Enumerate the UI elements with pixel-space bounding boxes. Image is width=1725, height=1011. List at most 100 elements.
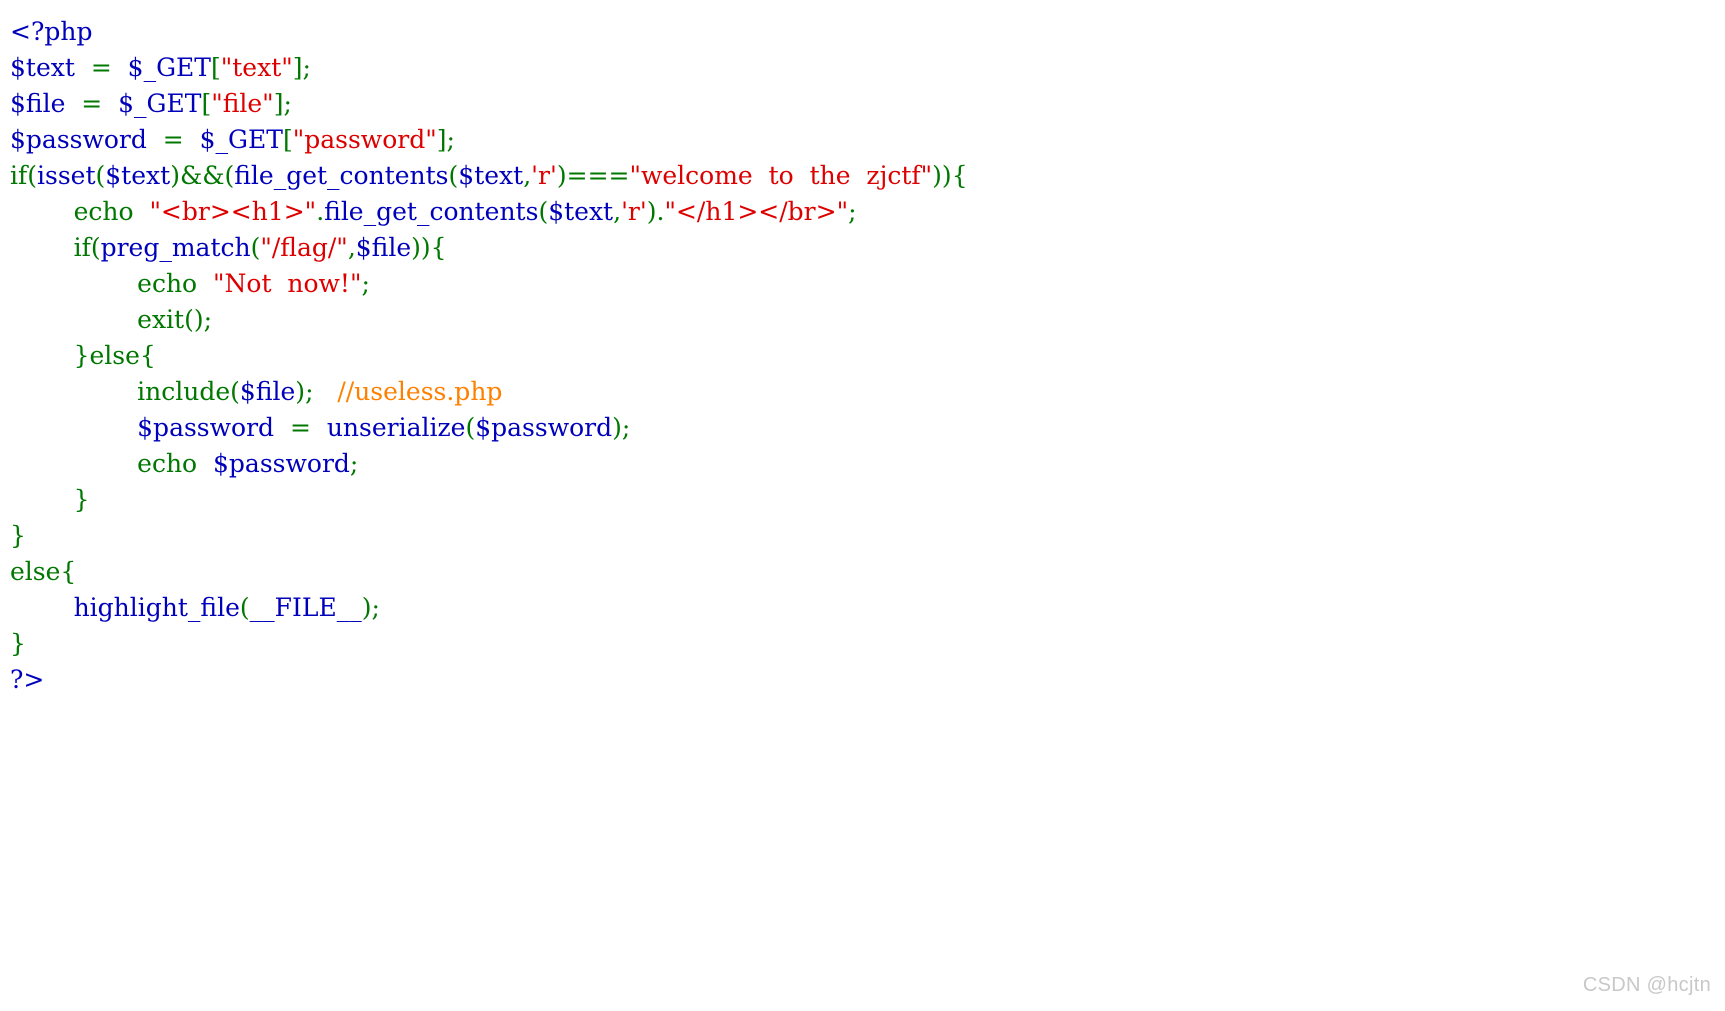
- code-token-string: 'r': [621, 197, 647, 226]
- code-token-string: 'r': [531, 161, 557, 190]
- code-line: $password = $_GET["password"];: [10, 122, 968, 158]
- code-token-string: "</h1></br>": [664, 197, 849, 226]
- code-token-default: $password: [213, 449, 350, 478]
- code-token-keyword: (: [239, 593, 250, 622]
- code-token-keyword: =: [162, 125, 184, 154]
- code-token-string: "welcome to the zjctf": [629, 161, 933, 190]
- code-token-default: unserialize: [326, 413, 466, 442]
- code-token-keyword: ===: [566, 161, 630, 190]
- code-token-default: [147, 125, 163, 154]
- code-token-default: [10, 341, 74, 370]
- code-token-default: ?>: [10, 665, 45, 694]
- code-token-default: [10, 413, 137, 442]
- code-line: ?>: [10, 662, 968, 698]
- code-token-keyword: if: [10, 161, 28, 190]
- code-token-default: isset: [37, 161, 96, 190]
- code-token-keyword: ;: [283, 89, 292, 118]
- code-line: if(isset($text)&&(file_get_contents($tex…: [10, 158, 968, 194]
- code-token-keyword: (: [95, 161, 106, 190]
- code-token-keyword: ]: [273, 89, 284, 118]
- code-token-keyword: ): [932, 161, 942, 190]
- code-line: else{: [10, 554, 968, 590]
- code-token-keyword: {: [951, 161, 968, 190]
- code-token-default: preg_match: [100, 233, 251, 262]
- code-token-default: file_get_contents: [324, 197, 539, 226]
- code-token-keyword: ,: [613, 197, 622, 226]
- code-token-keyword: (: [90, 233, 101, 262]
- code-token-default: [311, 413, 327, 442]
- code-token-keyword: {: [430, 233, 447, 262]
- code-token-keyword: =: [81, 89, 103, 118]
- code-token-keyword: .: [316, 197, 325, 226]
- code-token-keyword: ): [295, 377, 306, 406]
- code-token-keyword: }: [73, 485, 90, 514]
- code-token-default: [10, 233, 74, 262]
- code-line: $text = $_GET["text"];: [10, 50, 968, 86]
- code-token-keyword: ;: [371, 593, 380, 622]
- code-token-keyword: echo: [137, 449, 198, 478]
- code-token-keyword: ;: [621, 413, 631, 442]
- code-token-keyword: ]: [292, 53, 303, 82]
- code-token-keyword: ,: [347, 233, 356, 262]
- code-token-keyword: exit: [137, 305, 185, 334]
- code-token-default: <?php: [10, 17, 93, 46]
- code-line: }: [10, 482, 968, 518]
- code-token-keyword: (: [448, 161, 459, 190]
- code-token-keyword: =: [90, 53, 112, 82]
- code-token-keyword: ;: [203, 305, 213, 334]
- code-line: $password = unserialize($password);: [10, 410, 968, 446]
- code-token-default: $password: [475, 413, 613, 442]
- code-line: include($file); //useless.php: [10, 374, 968, 410]
- code-token-default: [75, 53, 91, 82]
- code-token-keyword: ): [361, 593, 372, 622]
- code-line: $file = $_GET["file"];: [10, 86, 968, 122]
- code-token-default: highlight_file: [73, 593, 240, 622]
- code-token-default: $password: [10, 125, 147, 154]
- code-token-default: [10, 485, 74, 514]
- code-token-string: "file": [211, 89, 274, 118]
- code-token-keyword: ;: [361, 269, 370, 298]
- code-token-keyword: }: [10, 521, 26, 550]
- code-token-default: [197, 269, 213, 298]
- code-token-default: [197, 449, 213, 478]
- code-token-comment: //useless.php: [337, 377, 503, 406]
- code-token-default: [10, 269, 137, 298]
- code-line: echo "Not now!";: [10, 266, 968, 302]
- code-token-keyword: ): [941, 161, 952, 190]
- code-token-default: $text: [548, 197, 614, 226]
- code-token-keyword: =: [289, 413, 311, 442]
- code-token-string: "password": [292, 125, 437, 154]
- code-token-default: [314, 377, 338, 406]
- code-line: }: [10, 626, 968, 662]
- code-token-keyword: (: [538, 197, 549, 226]
- code-token-keyword: {: [139, 341, 156, 370]
- code-line: if(preg_match("/flag/",$file)){: [10, 230, 968, 266]
- code-token-keyword: ,: [523, 161, 532, 190]
- code-token-keyword: echo: [73, 197, 134, 226]
- code-token-keyword: ): [193, 305, 204, 334]
- code-line: }else{: [10, 338, 968, 374]
- code-token-keyword: }: [10, 629, 26, 658]
- code-token-default: [65, 89, 81, 118]
- code-token-keyword: ): [411, 233, 421, 262]
- code-token-keyword: else: [10, 557, 61, 586]
- code-token-default: [102, 89, 118, 118]
- code-token-keyword: &&: [179, 161, 225, 190]
- code-token-keyword: (: [224, 161, 235, 190]
- code-token-keyword: else: [89, 341, 140, 370]
- code-token-default: [134, 197, 150, 226]
- code-token-string: "/flag/": [260, 233, 348, 262]
- code-token-keyword: [: [201, 89, 212, 118]
- code-token-keyword: ): [646, 197, 657, 226]
- code-line: highlight_file(__FILE__);: [10, 590, 968, 626]
- php-source-code-block: <?php $text = $_GET["text"]; $file = $_GET…: [10, 14, 968, 698]
- code-token-default: [10, 449, 137, 478]
- code-token-string: "text": [220, 53, 293, 82]
- code-token-default: $file: [239, 377, 296, 406]
- code-token-default: $password: [137, 413, 275, 442]
- code-token-string: "<br><h1>": [149, 197, 317, 226]
- code-token-keyword: (: [250, 233, 261, 262]
- csdn-watermark: CSDN @hcjtn: [1582, 974, 1711, 996]
- code-token-keyword: ;: [349, 449, 359, 478]
- code-token-default: __FILE__: [249, 593, 362, 622]
